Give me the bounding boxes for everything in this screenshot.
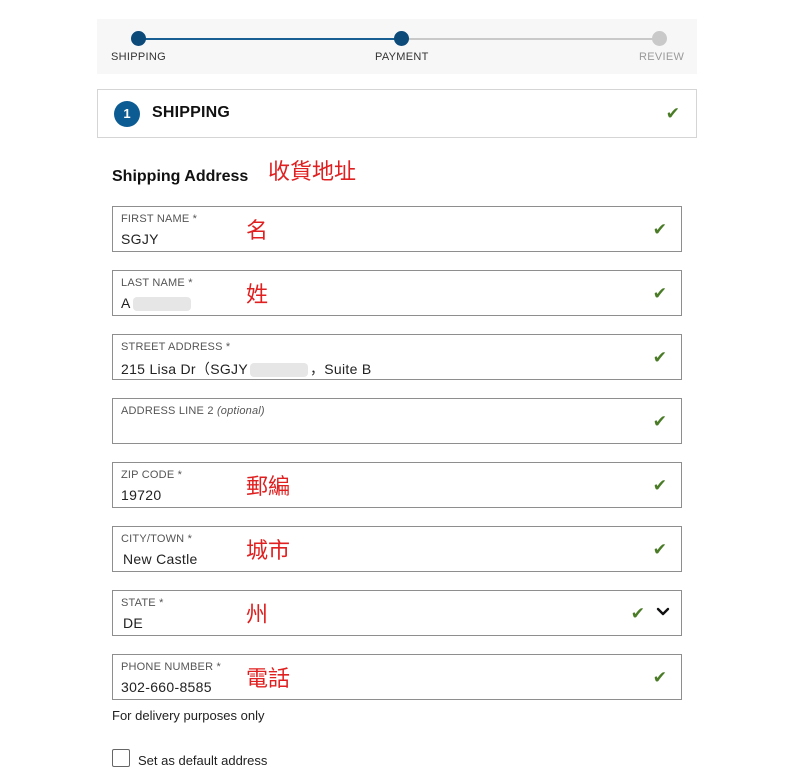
street-address-value[interactable]: 215 Lisa Dr（SGJY ，Suite B bbox=[121, 359, 372, 379]
step-label-review: REVIEW bbox=[639, 51, 685, 63]
address-line-2-field[interactable]: ADDRESS LINE 2 (optional) ✔ bbox=[112, 398, 682, 444]
check-icon: ✔ bbox=[652, 348, 667, 367]
street-address-label: STREET ADDRESS * bbox=[121, 341, 231, 353]
zip-code-value[interactable]: 19720 bbox=[121, 487, 161, 503]
annotation-city: 城市 bbox=[246, 539, 291, 564]
checkout-progress-stepper: SHIPPING PAYMENT REVIEW bbox=[97, 19, 697, 74]
last-name-value[interactable]: A bbox=[121, 295, 193, 312]
check-icon: ✔ bbox=[652, 668, 667, 687]
check-icon: ✔ bbox=[652, 220, 667, 239]
annotation-zip-code: 郵編 bbox=[246, 475, 291, 500]
annotation-state: 州 bbox=[246, 603, 269, 628]
street-address-suffix: ，Suite B bbox=[309, 361, 372, 377]
step-label-shipping[interactable]: SHIPPING bbox=[111, 51, 166, 63]
phone-number-label: PHONE NUMBER * bbox=[121, 661, 221, 673]
street-address-prefix: 215 Lisa Dr（SGJY bbox=[121, 361, 248, 377]
step-dot-payment[interactable] bbox=[394, 31, 409, 46]
progress-line-complete bbox=[138, 38, 402, 40]
city-town-field[interactable]: CITY/TOWN * New Castle ✔ bbox=[112, 526, 682, 572]
phone-number-field[interactable]: PHONE NUMBER * 302-660-8585 ✔ bbox=[112, 654, 682, 700]
check-icon: ✔ bbox=[665, 104, 680, 123]
annotation-last-name: 姓 bbox=[246, 283, 269, 308]
step-dot-review bbox=[652, 31, 667, 46]
address-line-2-label: ADDRESS LINE 2 (optional) bbox=[121, 405, 265, 417]
check-icon: ✔ bbox=[652, 284, 667, 303]
city-town-value[interactable]: New Castle bbox=[123, 551, 198, 567]
address-line-2-label-text: ADDRESS LINE 2 bbox=[121, 405, 214, 417]
first-name-value[interactable]: SGJY bbox=[121, 231, 159, 247]
check-icon: ✔ bbox=[630, 604, 645, 623]
phone-number-value[interactable]: 302-660-8585 bbox=[121, 679, 212, 695]
default-address-label[interactable]: Set as default address bbox=[138, 753, 267, 768]
step-dot-shipping[interactable] bbox=[131, 31, 146, 46]
first-name-field[interactable]: FIRST NAME * SGJY ✔ bbox=[112, 206, 682, 252]
annotation-first-name: 名 bbox=[246, 219, 269, 244]
last-name-text: A bbox=[121, 295, 131, 311]
optional-hint: (optional) bbox=[216, 405, 265, 417]
check-icon: ✔ bbox=[652, 412, 667, 431]
zip-code-label: ZIP CODE * bbox=[121, 469, 183, 481]
annotation-phone: 電話 bbox=[246, 667, 291, 692]
section-number-badge: 1 bbox=[114, 101, 140, 127]
state-value[interactable]: DE bbox=[123, 615, 143, 631]
redacted-blur bbox=[249, 363, 308, 378]
default-address-checkbox[interactable] bbox=[112, 749, 130, 767]
redacted-blur bbox=[132, 297, 191, 312]
city-town-label: CITY/TOWN * bbox=[121, 533, 193, 545]
street-address-field[interactable]: STREET ADDRESS * 215 Lisa Dr（SGJY ，Suite … bbox=[112, 334, 682, 380]
first-name-label: FIRST NAME * bbox=[121, 213, 198, 225]
last-name-label: LAST NAME * bbox=[121, 277, 193, 289]
check-icon: ✔ bbox=[652, 476, 667, 495]
section-title: SHIPPING bbox=[152, 104, 231, 121]
check-icon: ✔ bbox=[652, 540, 667, 559]
state-select[interactable]: STATE * DE ✔ bbox=[112, 590, 682, 636]
phone-helper-text: For delivery purposes only bbox=[112, 708, 265, 723]
shipping-section-header[interactable]: 1 SHIPPING ✔ bbox=[97, 89, 697, 138]
last-name-field[interactable]: LAST NAME * A ✔ bbox=[112, 270, 682, 316]
state-label: STATE * bbox=[121, 597, 164, 609]
zip-code-field[interactable]: ZIP CODE * 19720 ✔ bbox=[112, 462, 682, 508]
shipping-address-title: Shipping Address bbox=[112, 168, 249, 185]
progress-line-remaining bbox=[402, 38, 660, 40]
step-label-payment[interactable]: PAYMENT bbox=[375, 51, 429, 63]
chevron-down-icon[interactable] bbox=[654, 603, 672, 621]
annotation-shipping-address: 收貨地址 bbox=[268, 160, 357, 185]
